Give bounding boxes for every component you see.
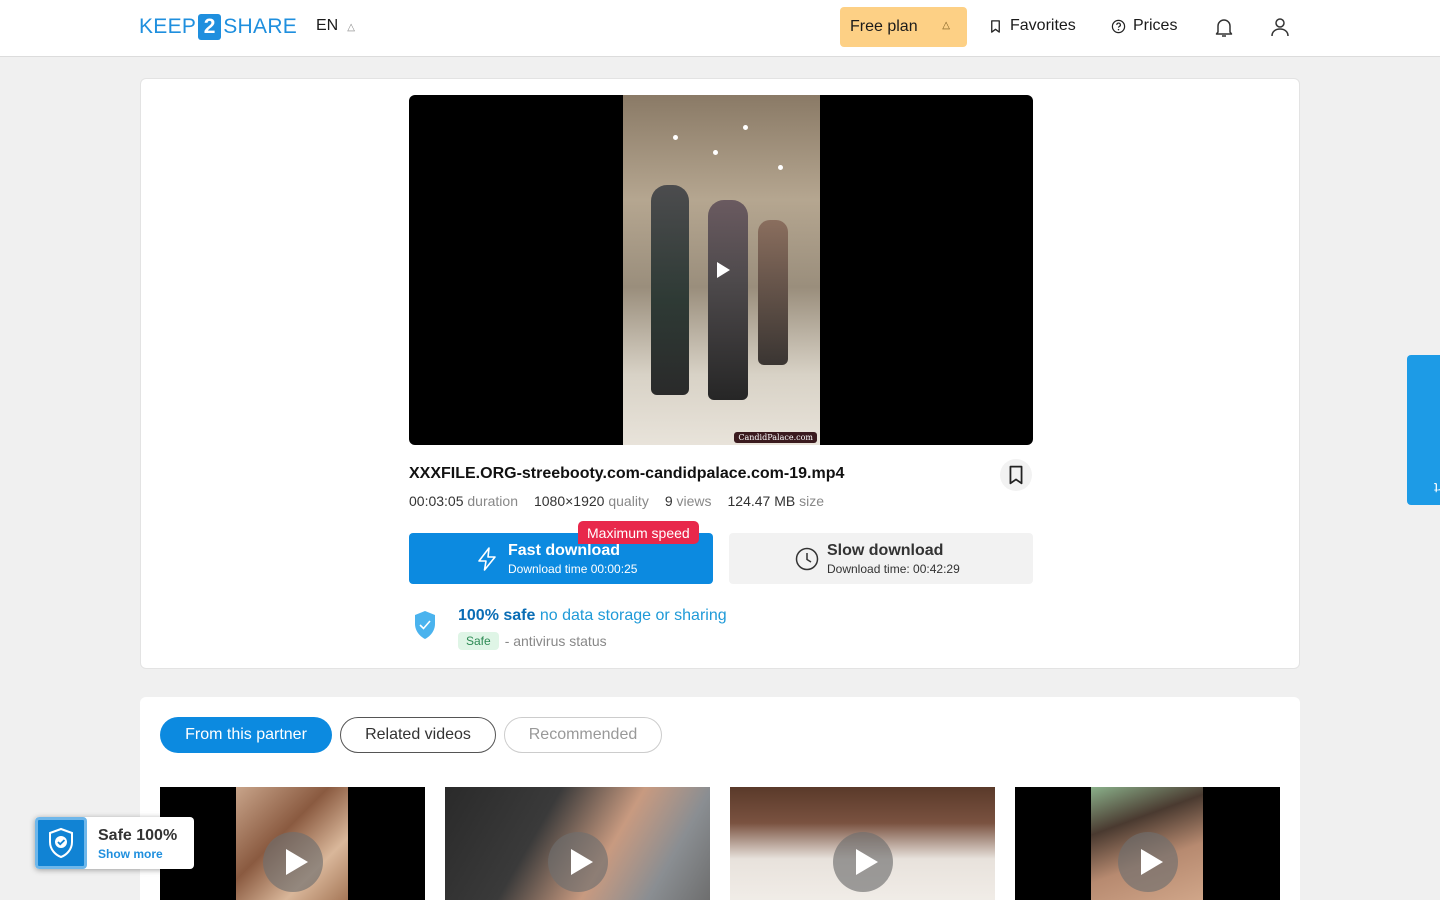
tab-recommended[interactable]: Recommended — [504, 717, 662, 753]
shield-check-icon — [49, 827, 73, 859]
person-figure — [651, 185, 689, 395]
contact-support-label: @contact support — [1407, 355, 1440, 505]
safe-badge-widget[interactable]: Safe 100% Show more — [35, 817, 194, 869]
chevron-up-icon: △ — [942, 20, 950, 31]
bell-icon[interactable] — [1212, 15, 1236, 39]
maximum-speed-badge: Maximum speed — [578, 521, 699, 544]
logo-text-share: SHARE — [223, 15, 298, 38]
views-label: views — [676, 493, 712, 509]
antivirus-status-text: - antivirus status — [504, 633, 607, 649]
free-plan-button[interactable]: Free plan △ — [840, 7, 967, 47]
chevron-up-icon: △ — [347, 21, 355, 33]
play-icon[interactable] — [547, 832, 608, 892]
keep2share-logo[interactable]: KEEP 2 SHARE — [139, 14, 297, 40]
video-player[interactable]: CandidPalace.com — [409, 95, 1033, 445]
duration-label: duration — [467, 493, 518, 509]
play-icon[interactable] — [832, 832, 893, 892]
video-thumbnail[interactable] — [1015, 787, 1280, 900]
more-videos-section: From this partner Related videos Recomme… — [140, 697, 1300, 900]
prices-label: Prices — [1133, 17, 1178, 34]
safe-status-badge: Safe — [458, 632, 499, 650]
user-icon[interactable] — [1268, 15, 1292, 39]
safe-float-title: Safe 100% — [98, 827, 178, 844]
ceiling-light — [743, 125, 748, 130]
duration-meta: 00:03:05 duration — [409, 493, 518, 509]
show-more-link[interactable]: Show more — [98, 847, 163, 861]
logo-text-2: 2 — [198, 14, 222, 40]
play-icon[interactable] — [717, 262, 730, 278]
lightning-icon — [478, 547, 496, 571]
shield-check-icon — [415, 611, 435, 639]
play-icon[interactable] — [262, 832, 323, 892]
slow-download-button[interactable]: Slow download Download time: 00:42:29 — [729, 533, 1033, 584]
quality-value: 1080×1920 — [533, 493, 605, 509]
video-watermark: CandidPalace.com — [734, 432, 817, 443]
language-label: EN — [316, 17, 339, 34]
contact-support-tab[interactable]: @contact support — [1407, 355, 1440, 505]
video-thumbnail[interactable] — [160, 787, 425, 900]
language-selector[interactable]: EN △ — [316, 17, 355, 35]
slow-download-time: Download time: 00:42:29 — [827, 562, 960, 576]
prices-link[interactable]: Prices — [1111, 17, 1177, 35]
clock-icon — [795, 547, 819, 571]
favorites-link[interactable]: Favorites — [988, 17, 1076, 35]
size-label: size — [799, 493, 825, 509]
safety-headline: 100% safe — [458, 607, 536, 624]
safety-tagline: no data storage or sharing — [539, 607, 727, 624]
slow-download-title: Slow download — [827, 542, 944, 559]
shield-icon-box — [35, 817, 87, 869]
fast-download-title: Fast download — [508, 542, 620, 559]
views-meta: 9 views — [665, 493, 712, 509]
contact-support-text: contact support — [1434, 480, 1440, 497]
tab-from-this-partner[interactable]: From this partner — [160, 717, 332, 753]
ceiling-light — [673, 135, 678, 140]
ceiling-light — [778, 165, 783, 170]
video-thumbnail[interactable] — [730, 787, 995, 900]
tab-related-videos[interactable]: Related videos — [340, 717, 496, 753]
duration-value: 00:03:05 — [409, 493, 464, 509]
quality-meta: 1080×1920 quality — [534, 493, 649, 509]
free-plan-label: Free plan — [850, 18, 918, 35]
file-name: XXXFILE.ORG-streebooty.com-candidpalace.… — [409, 465, 845, 482]
antivirus-status: Safe - antivirus status — [458, 632, 607, 650]
help-circle-icon — [1111, 19, 1126, 33]
ceiling-light — [713, 150, 718, 155]
logo-text-keep: KEEP — [139, 15, 197, 38]
fast-download-time: Download time 00:00:25 — [508, 562, 638, 576]
views-value: 9 — [664, 493, 673, 509]
file-card: CandidPalace.com XXXFILE.ORG-streebooty.… — [140, 78, 1300, 669]
favorites-label: Favorites — [1010, 17, 1076, 34]
size-value: 124.47 MB — [727, 493, 796, 509]
bookmark-icon — [1009, 465, 1023, 485]
safety-line: 100% safe no data storage or sharing — [458, 607, 727, 625]
person-figure — [758, 220, 788, 365]
bookmark-icon — [991, 19, 1000, 33]
top-header: KEEP 2 SHARE EN △ Free plan △ Favorites … — [0, 0, 1440, 57]
play-icon[interactable] — [1117, 832, 1178, 892]
size-meta: 124.47 MB size — [728, 493, 825, 509]
add-favorite-button[interactable] — [1000, 459, 1032, 491]
person-figure — [708, 200, 748, 400]
video-thumbnail[interactable] — [445, 787, 710, 900]
quality-label: quality — [608, 493, 649, 509]
file-meta: 00:03:05 duration 1080×1920 quality 9 vi… — [409, 493, 824, 509]
